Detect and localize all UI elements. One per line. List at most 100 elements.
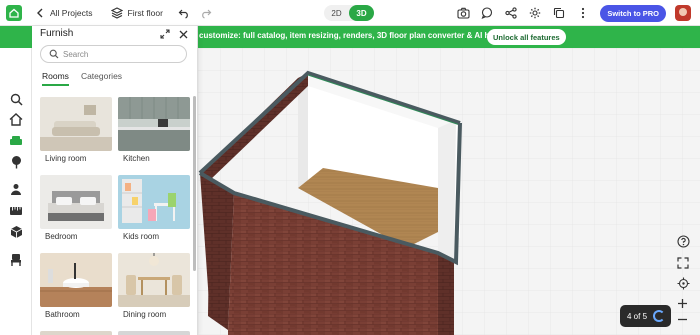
all-projects-label: All Projects <box>50 7 93 18</box>
help-icon <box>677 235 690 248</box>
undo-button[interactable] <box>177 6 191 20</box>
furnish-panel: Furnish Rooms Categories Living room Kit… <box>32 26 198 335</box>
floor-selector[interactable]: First floor <box>110 6 163 19</box>
share-icon <box>505 7 517 19</box>
next-room-thumbnail <box>118 331 190 335</box>
top-bar: All Projects First floor 2D 3D Switch to… <box>0 0 700 26</box>
comment-button[interactable] <box>480 6 494 20</box>
more-button[interactable] <box>576 6 590 20</box>
room-card-dining-room[interactable]: Dining room <box>118 253 190 319</box>
search-icon <box>49 49 59 59</box>
floor-label: First floor <box>127 7 163 18</box>
close-panel-button[interactable] <box>177 28 189 40</box>
rail-measure-button[interactable] <box>8 203 24 219</box>
kitchen-thumbnail <box>118 97 190 151</box>
collapse-icon <box>160 29 170 39</box>
camera-icon <box>457 7 470 19</box>
expand-icon <box>677 257 689 269</box>
tree-icon <box>11 156 21 169</box>
room-card-more[interactable] <box>118 331 190 335</box>
panel-scrollbar[interactable] <box>193 96 196 271</box>
living-room-thumbnail <box>40 97 112 151</box>
tab-rooms[interactable]: Rooms <box>42 71 69 86</box>
share-button[interactable] <box>504 6 518 20</box>
rail-search-button[interactable] <box>8 91 24 107</box>
chevron-left-icon <box>37 8 43 17</box>
rail-exterior-button[interactable] <box>8 154 24 170</box>
plus-icon <box>678 299 687 308</box>
rail-styles-button[interactable] <box>8 252 24 268</box>
crosshair-icon <box>677 277 690 290</box>
chair-icon <box>11 254 21 266</box>
app-logo[interactable] <box>6 4 22 21</box>
all-projects-link[interactable]: All Projects <box>36 8 93 18</box>
3d-viewport[interactable] <box>198 48 700 335</box>
kids-room-thumbnail <box>118 175 190 229</box>
panel-title: Furnish <box>40 28 74 39</box>
top-right-toolbar: Switch to PRO <box>456 0 700 26</box>
zoom-out-button[interactable] <box>677 314 691 328</box>
ruler-icon <box>10 207 22 215</box>
room-label: Dining room <box>123 310 167 319</box>
next-room-thumbnail <box>40 331 112 335</box>
bathroom-thumbnail <box>40 253 112 307</box>
camera-button[interactable] <box>456 6 470 20</box>
avatar[interactable] <box>675 5 691 21</box>
unlock-all-features-button[interactable]: Unlock all features <box>487 29 566 45</box>
tour-progress-badge[interactable]: 4 of 5 <box>620 305 671 327</box>
room-label: Bedroom <box>45 232 78 241</box>
room-label: Living room <box>45 154 87 163</box>
tool-rail <box>0 48 32 335</box>
search-icon <box>10 93 23 106</box>
layers-icon <box>110 6 123 19</box>
banner-text: customize: full catalog, item resizing, … <box>199 31 501 40</box>
close-icon <box>179 30 187 38</box>
room-card-bathroom[interactable]: Bathroom <box>40 253 112 319</box>
copy-icon <box>554 7 565 19</box>
redo-button[interactable] <box>199 6 213 20</box>
recenter-button[interactable] <box>677 277 691 291</box>
rail-objects-button[interactable] <box>8 224 24 240</box>
dining-room-thumbnail <box>118 253 190 307</box>
switch-to-pro-button[interactable]: Switch to PRO <box>600 4 666 22</box>
fullscreen-button[interactable] <box>677 257 691 271</box>
search-input[interactable] <box>63 49 173 59</box>
people-icon <box>11 183 21 195</box>
copy-button[interactable] <box>552 6 566 20</box>
logo-icon <box>9 8 19 18</box>
zoom-in-button[interactable] <box>677 298 691 312</box>
tour-progress-label: 4 of 5 <box>627 311 648 321</box>
rail-people-button[interactable] <box>8 181 24 197</box>
view-mode-toggle: 2D 3D <box>324 5 374 21</box>
view-3d-button[interactable]: 3D <box>349 5 374 21</box>
minus-icon <box>678 318 687 321</box>
sofa-icon <box>10 135 22 145</box>
undo-icon <box>178 9 188 19</box>
tab-categories[interactable]: Categories <box>81 71 122 86</box>
rail-furnish-button[interactable] <box>8 132 24 148</box>
room-card-kids-room[interactable]: Kids room <box>118 175 190 241</box>
search-box <box>40 45 187 63</box>
cube-icon <box>10 226 22 238</box>
room-label: Kids room <box>123 232 160 241</box>
room-card-kitchen[interactable]: Kitchen <box>118 97 190 163</box>
panel-tabs: Rooms Categories <box>42 71 134 86</box>
room-card-living-room[interactable]: Living room <box>40 97 112 163</box>
room-label: Bathroom <box>45 310 80 319</box>
settings-button[interactable] <box>528 6 542 20</box>
more-icon <box>582 7 585 19</box>
progress-ring-icon <box>653 310 666 322</box>
bedroom-thumbnail <box>40 175 112 229</box>
redo-icon <box>202 9 212 19</box>
comment-icon <box>481 7 493 19</box>
room-label: Kitchen <box>123 154 150 163</box>
rail-build-button[interactable] <box>8 111 24 127</box>
help-button[interactable] <box>677 235 691 249</box>
settings-icon <box>530 7 541 19</box>
room-card-bedroom[interactable]: Bedroom <box>40 175 112 241</box>
view-2d-button[interactable]: 2D <box>324 5 349 21</box>
room-card-more[interactable] <box>40 331 112 335</box>
3d-scene <box>198 48 700 335</box>
collapse-panel-button[interactable] <box>159 28 171 40</box>
home-icon <box>9 112 23 126</box>
